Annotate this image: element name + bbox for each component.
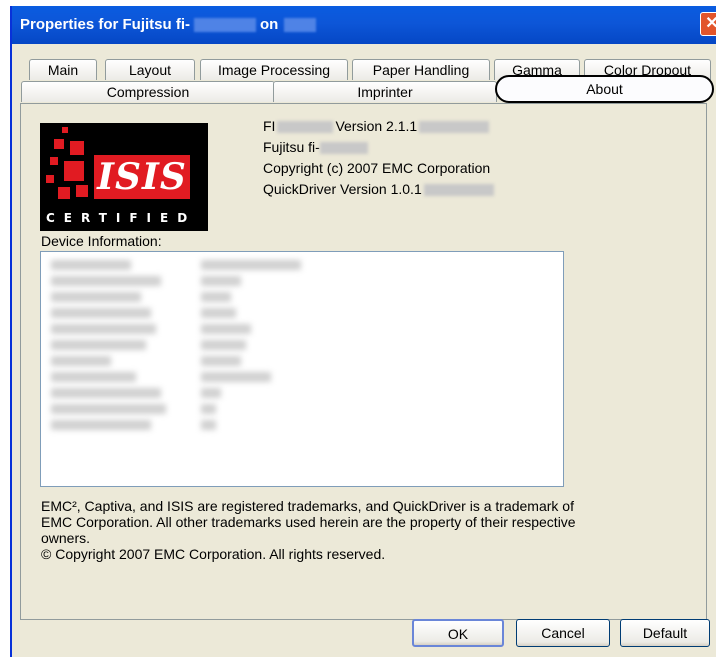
redacted-qd-build [423,184,494,197]
cancel-button[interactable]: Cancel [516,619,610,647]
isis-certified-logo: ISIS CERTIFIED [40,123,208,231]
ok-button[interactable]: OK [412,619,504,647]
redacted-product [277,121,334,134]
close-icon[interactable]: ✕ [700,12,716,36]
window-title: Properties for Fujitsu fi-on [20,16,317,33]
redacted-host [284,18,317,33]
copyright-notice: © Copyright 2007 EMC Corporation. All ri… [41,546,386,562]
redacted-model-number [319,142,368,155]
scanner-model: Fujitsu fi- [263,139,320,155]
tab-image-processing[interactable]: Image Processing [200,59,348,80]
copyright-line: Copyright (c) 2007 EMC Corporation [263,160,491,176]
trademark-line-2: EMC Corporation. All other trademarks us… [41,514,576,530]
trademark-line-1: EMC², Captiva, and ISIS are registered t… [41,498,574,514]
isis-wordmark: ISIS [94,155,190,199]
device-information-box[interactable] [40,251,564,487]
tab-paper-handling[interactable]: Paper Handling [352,59,490,80]
redacted-model [194,18,257,33]
trademark-line-3: owners. [41,530,91,546]
default-button[interactable]: Default [620,619,710,647]
tab-about[interactable]: About [495,75,714,103]
certified-wordmark: CERTIFIED [46,211,197,225]
device-information-label: Device Information: [41,233,162,249]
quickdriver-version-line: QuickDriver Version 1.0.1 [263,181,494,197]
product-version-line: FI Version 2.1.1 [263,118,490,134]
tab-imprinter[interactable]: Imprinter [273,81,497,102]
tab-main[interactable]: Main [29,59,97,80]
window-title-prefix: Properties for Fujitsu fi- [20,16,191,33]
product-prefix: FI [263,118,276,134]
redacted-build [419,121,490,134]
product-version: Version 2.1.1 [335,118,418,134]
tab-layout[interactable]: Layout [105,59,195,80]
quickdriver-version: QuickDriver Version 1.0.1 [263,181,422,197]
scanner-model-line: Fujitsu fi- [263,139,368,155]
window-title-on: on [260,16,279,33]
title-bar[interactable]: Properties for Fujitsu fi-on ✕ [12,6,716,44]
tab-compression[interactable]: Compression [21,81,275,102]
